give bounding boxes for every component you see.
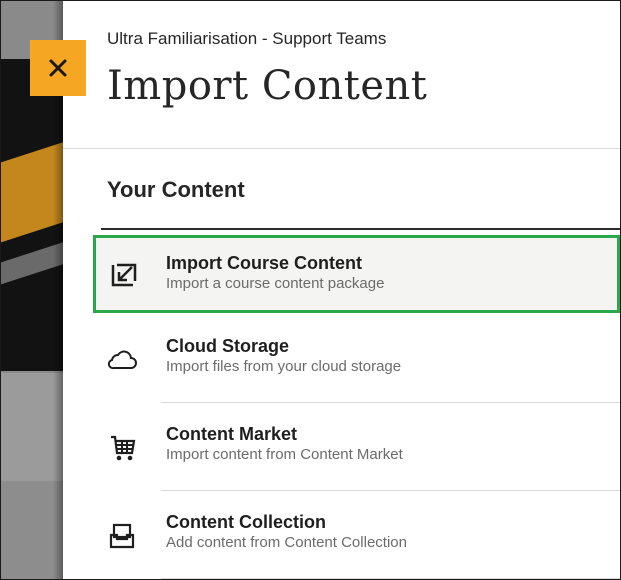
course-name: Ultra Familiarisation - Support Teams [107,29,387,48]
item-divider [161,402,620,403]
close-icon [49,59,67,77]
section-heading: Your Content [107,177,245,202]
content-market-option[interactable]: Content Market Import content from Conte… [63,405,620,491]
option-label: Content Collection [166,512,326,532]
section-divider [101,228,620,230]
header-divider [63,148,620,149]
import-arrow-icon [109,259,139,289]
cloud-icon [107,345,137,375]
item-divider [161,578,620,579]
cloud-storage-option[interactable]: Cloud Storage Import files from your clo… [63,317,620,403]
option-label: Content Market [166,424,298,444]
page-frame: Ultra Familiarisation - Support Teams Im… [0,0,621,580]
option-description: Add content from Content Collection [166,534,407,551]
cart-icon [107,433,137,463]
option-description: Import a course content package [166,275,385,292]
close-button[interactable] [30,40,86,96]
item-divider [161,490,620,491]
page-title: Import Content [107,63,428,109]
option-label: Import Course Content [166,253,362,273]
option-label: Cloud Storage [166,336,290,356]
inbox-tray-icon [107,521,137,551]
import-content-panel: Ultra Familiarisation - Support Teams Im… [63,1,620,579]
content-collection-option[interactable]: Content Collection Add content from Cont… [63,493,620,579]
import-course-content-option[interactable]: Import Course Content Import a course co… [93,235,620,313]
option-description: Import files from your cloud storage [166,358,402,375]
option-description: Import content from Content Market [166,446,403,463]
